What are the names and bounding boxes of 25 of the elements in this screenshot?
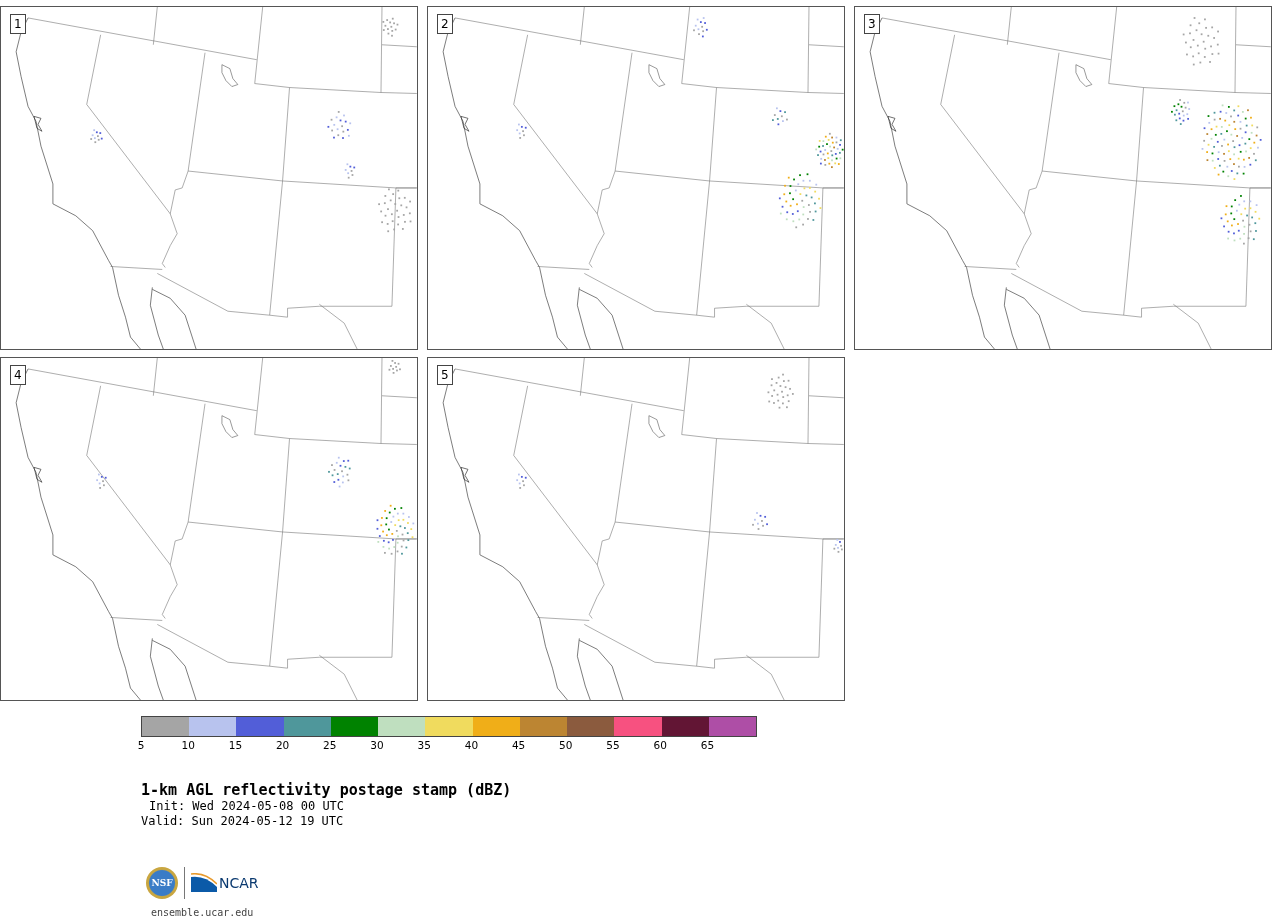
init-time: Init: Wed 2024-05-08 00 UTC: [148, 799, 346, 814]
tick-label: 60: [653, 739, 667, 751]
tick-label: 65: [700, 739, 715, 751]
tick-label: 30: [370, 739, 384, 751]
ncar-wordmark: NCAR: [219, 875, 259, 891]
nsf-logo: NSF: [146, 867, 178, 899]
tick-label: 45: [511, 739, 526, 751]
panel-number: 1: [10, 14, 26, 34]
tick-label: 25: [323, 739, 337, 751]
panel-number: 2: [437, 14, 453, 34]
panel-number: 4: [10, 365, 26, 385]
tick-label: 10: [181, 739, 195, 751]
website-url: ensemble.ucar.edu: [151, 907, 255, 918]
tick-label: 55: [606, 739, 620, 751]
tick-label: 35: [417, 739, 431, 751]
tick-label: 5: [137, 739, 145, 751]
tick-label: 20: [275, 739, 290, 751]
panel-number: 3: [864, 14, 880, 34]
tick-label: 15: [228, 739, 243, 751]
tick-label: 40: [464, 739, 479, 751]
wave-icon: [191, 873, 217, 893]
panel-number: 5: [437, 365, 453, 385]
valid-time: Valid: Sun 2024-05-12 19 UTC: [141, 814, 345, 829]
tick-label: 50: [559, 739, 573, 751]
chart-title: 1-km AGL reflectivity postage stamp (dBZ): [141, 781, 513, 799]
